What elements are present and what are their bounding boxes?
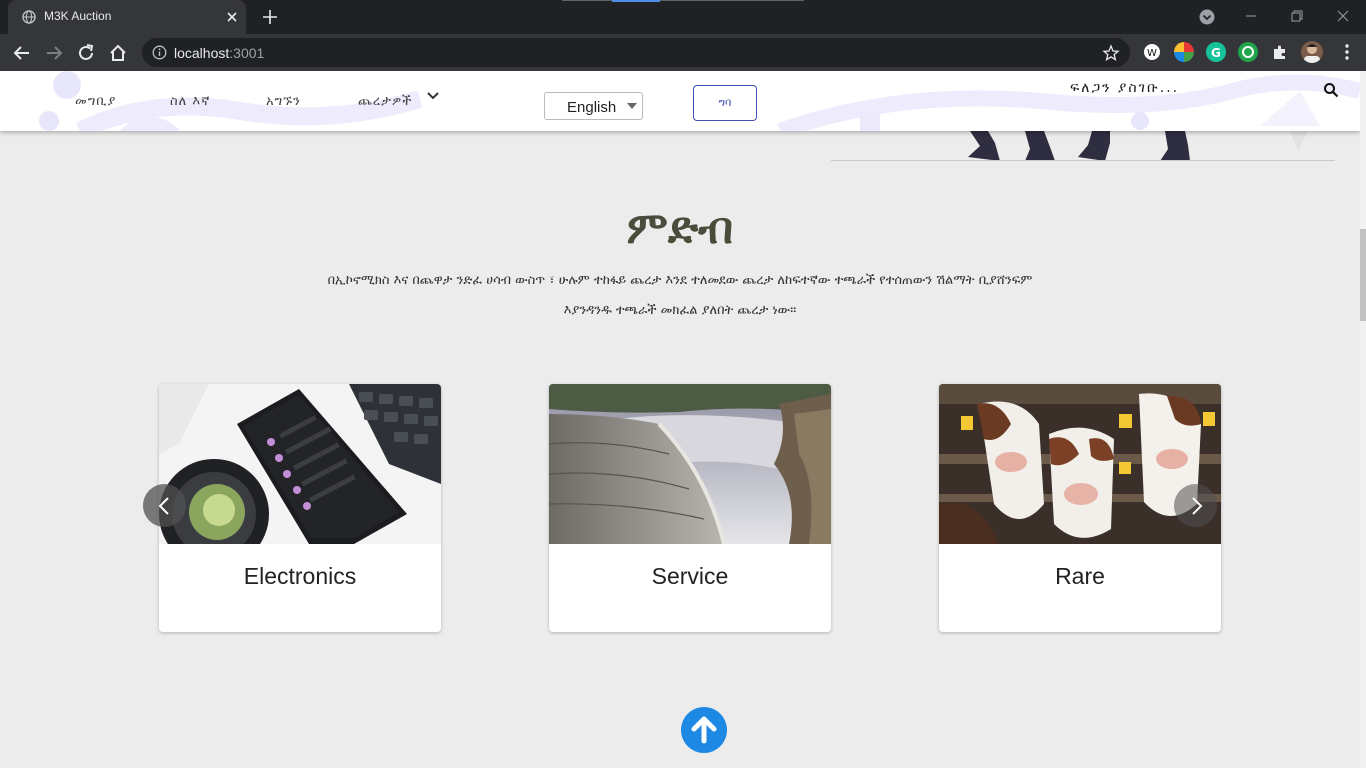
category-card-electronics[interactable]: Electronics — [159, 384, 441, 632]
url-host: localhost — [174, 45, 230, 61]
tab-strip-accent — [612, 0, 660, 2]
login-label: ግባ — [718, 96, 732, 109]
category-card-service[interactable]: Service — [549, 384, 831, 632]
svg-text:G: G — [1211, 46, 1221, 60]
window-close-icon[interactable] — [1333, 6, 1353, 26]
reload-icon[interactable] — [75, 42, 97, 64]
info-icon[interactable] — [152, 45, 167, 60]
search-input[interactable]: ፍለጋን ያስገቡ... — [1070, 80, 1179, 96]
page-viewport: መግቢያ ስለ እኛ አግኙን ጨረታዎች English ግባ ፍለጋን ያስ… — [0, 71, 1360, 768]
category-title: Electronics — [243, 563, 357, 589]
tab-search-icon[interactable] — [1198, 8, 1216, 26]
search-icon[interactable] — [1323, 82, 1339, 98]
url-text: localhost:3001 — [174, 45, 264, 61]
nav-link-home[interactable]: መግቢያ — [75, 94, 116, 109]
browser-menu-icon[interactable] — [1338, 42, 1356, 62]
extensions-puzzle-icon[interactable] — [1270, 42, 1290, 62]
back-arrow-icon[interactable] — [11, 42, 33, 64]
bookmark-star-icon[interactable] — [1102, 44, 1120, 62]
login-button[interactable]: ግባ — [693, 85, 757, 121]
nav-link-about[interactable]: ስለ እኛ — [170, 94, 210, 109]
category-title: Service — [651, 563, 729, 589]
arrow-up-icon — [691, 716, 717, 744]
section-title: ምድብ — [626, 203, 734, 254]
dropdown-caret-icon — [627, 103, 637, 109]
language-value: English — [567, 99, 617, 116]
browser-tabstrip: M3K Auction — [0, 0, 1366, 34]
nav-link-contact[interactable]: አግኙን — [266, 94, 301, 109]
language-select[interactable]: English — [544, 92, 643, 120]
new-tab-icon[interactable] — [260, 7, 280, 27]
record-extension-icon[interactable] — [1238, 42, 1258, 62]
scroll-to-top-button[interactable] — [681, 707, 727, 753]
site-navbar: መግቢያ ስለ እኛ አግኙን ጨረታዎች English ግባ ፍለጋን ያስ… — [0, 71, 1360, 131]
forward-arrow-icon[interactable] — [43, 42, 65, 64]
chevron-down-icon[interactable] — [426, 89, 440, 103]
page-scrollbar[interactable] — [1360, 71, 1366, 768]
globe-icon — [22, 10, 36, 24]
carousel-prev-button[interactable] — [143, 484, 186, 527]
service-image — [549, 384, 831, 544]
close-icon[interactable] — [224, 9, 240, 25]
home-icon[interactable] — [107, 42, 129, 64]
restore-icon[interactable] — [1287, 6, 1307, 26]
profile-avatar[interactable] — [1301, 41, 1323, 63]
scrollbar-thumb[interactable] — [1360, 229, 1366, 321]
hero-divider — [831, 160, 1335, 161]
color-extension-icon[interactable] — [1174, 42, 1194, 62]
url-port: :3001 — [229, 45, 265, 61]
grammarly-icon[interactable]: G — [1206, 42, 1226, 62]
tab-strip-line — [562, 0, 804, 1]
wordtune-extension-icon[interactable]: W — [1142, 42, 1162, 62]
category-title: Rare — [1055, 563, 1105, 589]
minimize-icon[interactable] — [1241, 6, 1261, 26]
nav-link-auctions[interactable]: ጨረታዎች — [358, 94, 412, 109]
address-bar[interactable]: localhost:3001 — [142, 38, 1130, 67]
section-description-line1: በኢኮኖሚክስ እና በጨዋታ ንድፈ ሀሳብ ውስጥ ፣ ሁሉም ተከፋይ ጨ… — [327, 273, 1033, 288]
carousel-next-button[interactable] — [1174, 484, 1217, 527]
chevron-left-icon — [158, 497, 169, 515]
tab-title: M3K Auction — [44, 9, 112, 23]
svg-text:W: W — [1147, 48, 1157, 59]
electronics-image — [159, 384, 441, 544]
section-description-line2: እያንዳንዱ ተጫራች መክፈል ያለበት ጨረታ ነው። — [563, 303, 797, 318]
chevron-right-icon — [1192, 497, 1203, 515]
browser-tab[interactable]: M3K Auction — [8, 0, 246, 34]
